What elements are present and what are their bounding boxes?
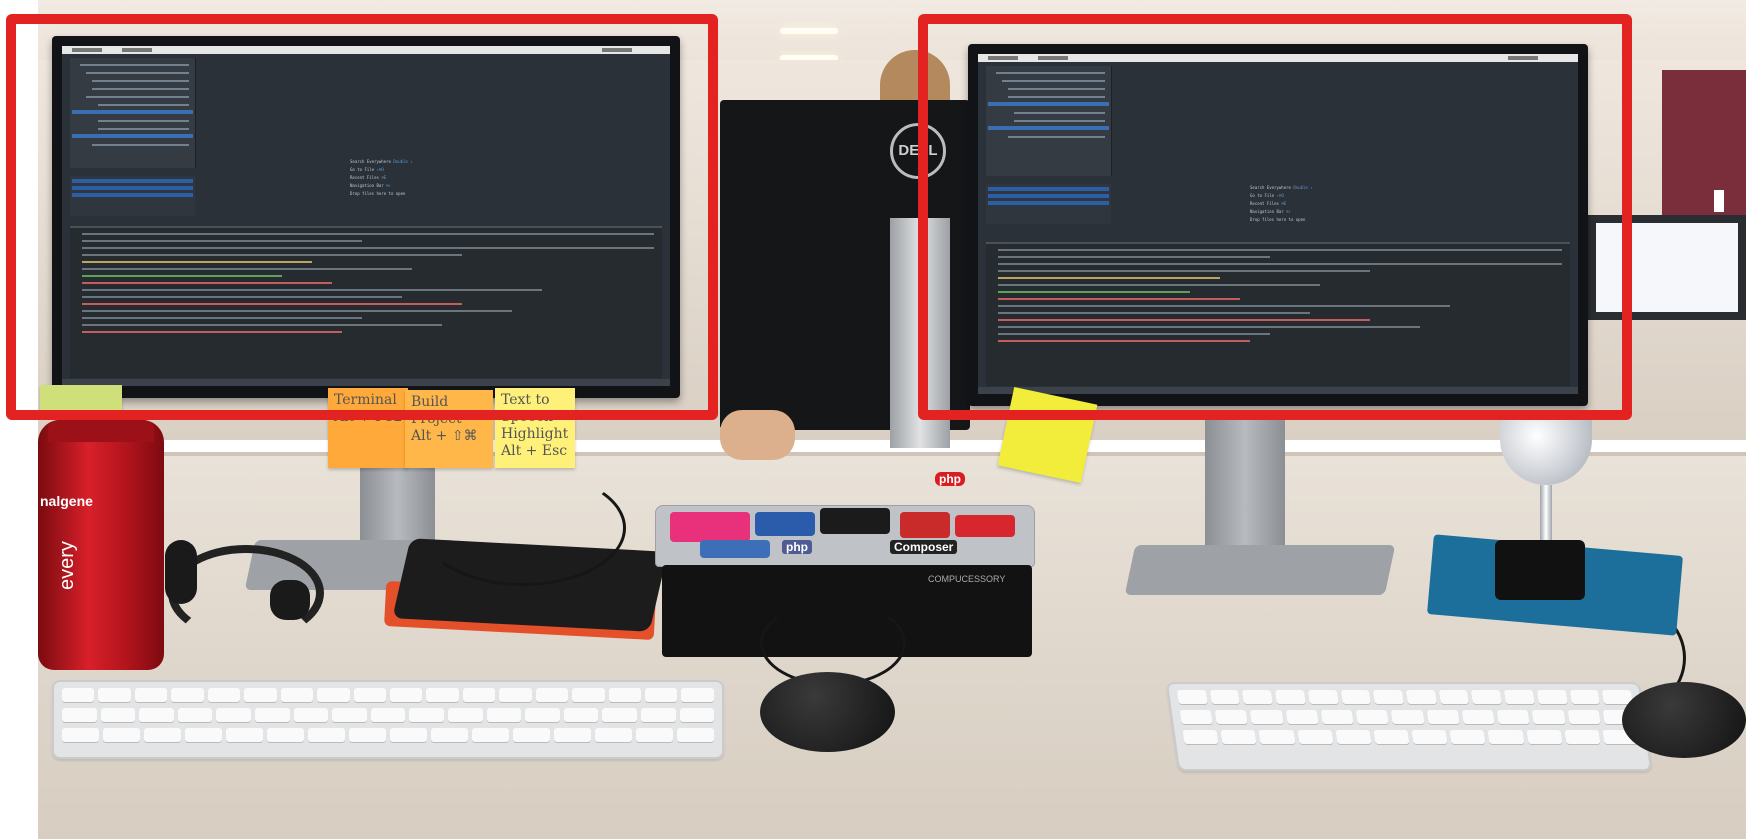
office-desk-photo: DELL Search Everywhere Double ⇧ Go to Fi…	[0, 0, 1746, 839]
wall-panel	[1662, 70, 1746, 220]
desk-edge	[38, 452, 1746, 456]
sticker	[755, 512, 815, 536]
sticker	[670, 512, 750, 542]
cable	[420, 470, 626, 586]
bottle-cap	[48, 420, 154, 442]
ceiling-light	[780, 28, 838, 34]
trophy-base	[1495, 540, 1585, 600]
wall-note	[1714, 190, 1724, 212]
sticker	[955, 515, 1015, 537]
center-mouse[interactable]	[760, 672, 895, 752]
coworker-hand	[720, 410, 795, 460]
right-mouse[interactable]	[1622, 682, 1746, 758]
headphone-pad	[270, 580, 310, 620]
sticker	[900, 512, 950, 538]
bottle-slogan: every	[56, 541, 78, 590]
composer-sticker-label: Composer	[890, 540, 958, 554]
elephant-sticker-label: php	[935, 472, 965, 486]
bottle-brand: nalgene	[40, 493, 93, 509]
sticker	[820, 508, 890, 534]
sticker	[700, 540, 770, 558]
trophy-stem	[1540, 485, 1552, 545]
php-sticker-label: php	[782, 540, 812, 554]
headphone-pad	[165, 540, 197, 604]
right-keyboard[interactable]	[1165, 682, 1653, 771]
highlight-box-right-monitor	[918, 14, 1632, 420]
mini-pc-brand: COMPUCESSORY	[928, 574, 1006, 584]
right-monitor-base	[1124, 545, 1396, 595]
highlight-box-left-monitor	[6, 14, 718, 420]
left-keyboard[interactable]	[52, 680, 724, 759]
right-monitor-stand	[1205, 410, 1285, 560]
